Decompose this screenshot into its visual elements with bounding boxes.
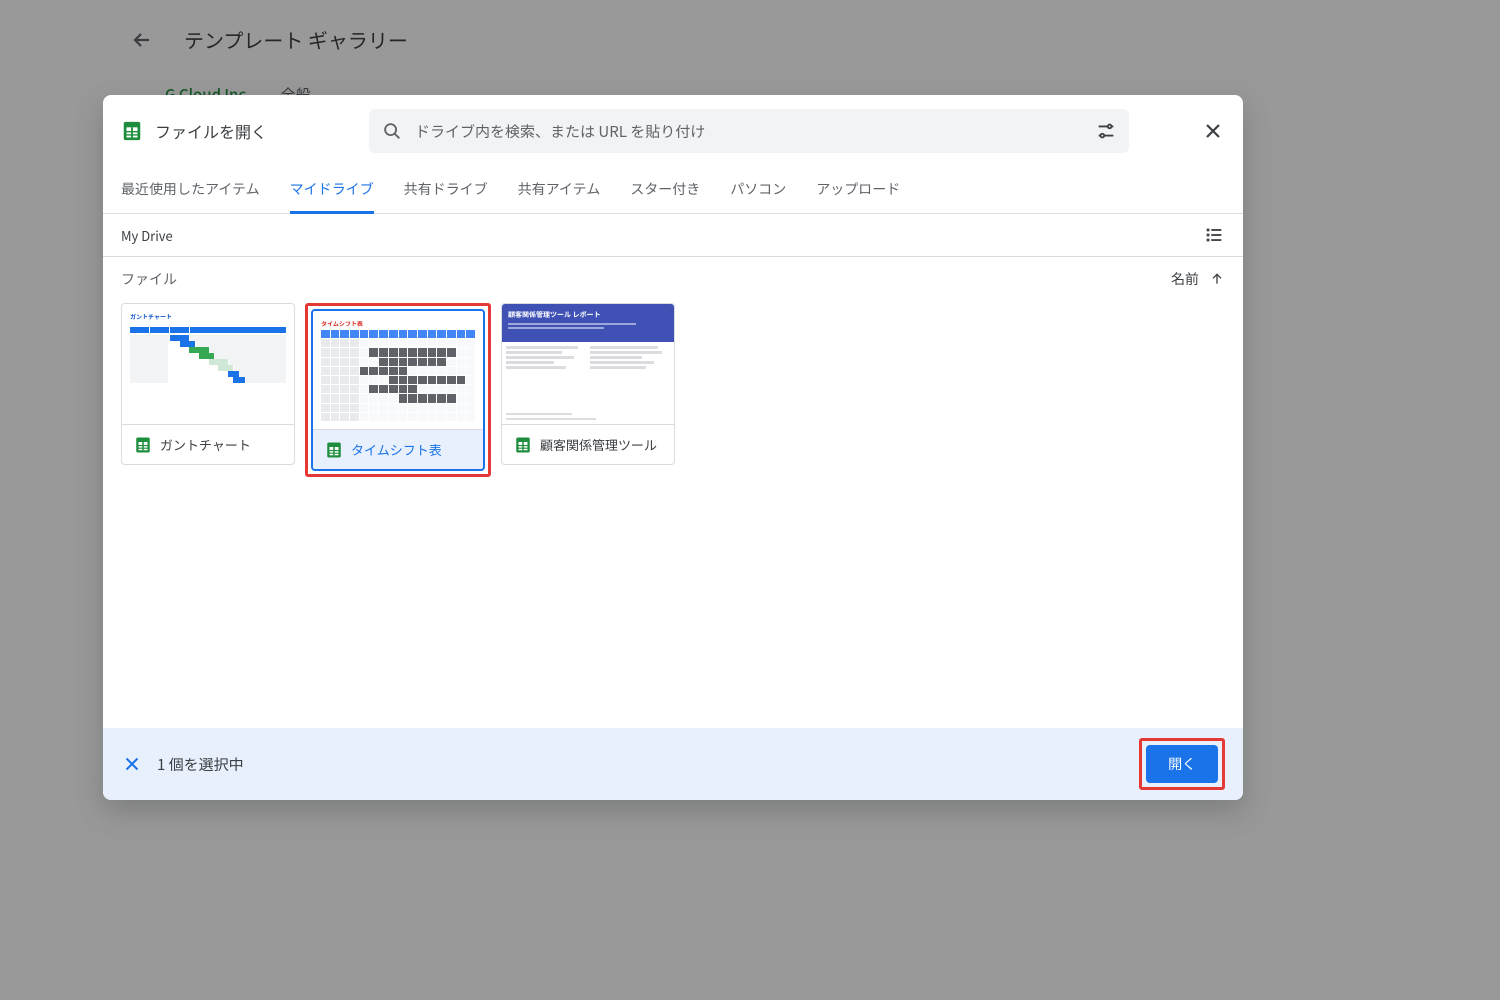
sort-label: 名前 <box>1171 269 1199 289</box>
file-footer: タイムシフト表 <box>313 430 483 469</box>
file-thumb: タイムシフト表 <box>313 311 483 430</box>
open-button[interactable]: 開く <box>1146 745 1218 783</box>
file-card-crm[interactable]: 顧客関係管理ツール レポート <box>501 303 675 465</box>
sheets-mini-icon <box>134 436 152 454</box>
dialog-title: ファイルを開く <box>155 119 267 143</box>
dialog-tabs: 最近使用したアイテム マイドライブ 共有ドライブ 共有アイテム スター付き パソ… <box>103 167 1243 214</box>
clear-selection-icon[interactable] <box>121 753 143 775</box>
bg-header: テンプレート ギャラリー <box>0 0 1500 79</box>
file-thumb: ガントチャート <box>122 304 294 425</box>
tab-starred[interactable]: スター付き <box>630 167 700 213</box>
content-header: ファイル 名前 <box>121 269 1225 289</box>
tab-computer[interactable]: パソコン <box>730 167 786 213</box>
list-view-icon[interactable] <box>1203 224 1225 246</box>
file-card-gantt[interactable]: ガントチャート <box>121 303 295 465</box>
file-footer: ガントチャート <box>122 425 294 464</box>
sheets-icon <box>121 120 143 142</box>
content-area: ファイル 名前 ガントチャート <box>103 257 1243 728</box>
selection-count: 1 個を選択中 <box>157 754 244 775</box>
sort-control[interactable]: 名前 <box>1171 269 1225 289</box>
tab-mydrive[interactable]: マイドライブ <box>290 167 374 214</box>
search-input[interactable] <box>415 121 1083 142</box>
tab-upload[interactable]: アップロード <box>816 167 900 213</box>
thumb-title: タイムシフト表 <box>321 319 475 328</box>
location-bar: My Drive <box>103 214 1243 257</box>
file-name: ガントチャート <box>160 435 251 454</box>
highlight-open-button: 開く <box>1139 738 1225 790</box>
file-footer: 顧客関係管理ツール <box>502 425 674 464</box>
thumb-banner-title: 顧客関係管理ツール レポート <box>508 310 668 320</box>
back-arrow-icon <box>130 28 154 52</box>
sort-arrow-up-icon <box>1209 271 1225 287</box>
bg-title: テンプレート ギャラリー <box>184 25 408 54</box>
selection-bar: 1 個を選択中 開く <box>103 728 1243 800</box>
file-grid: ガントチャート <box>121 303 1225 477</box>
file-picker-dialog: ファイルを開く 最近使用したアイテム マイドライブ 共有ドライブ 共有アイテム … <box>103 95 1243 800</box>
close-button[interactable] <box>1201 119 1225 143</box>
dialog-header: ファイルを開く <box>103 95 1243 167</box>
tune-icon[interactable] <box>1095 120 1117 142</box>
tab-shared-with-me[interactable]: 共有アイテム <box>518 167 601 213</box>
file-name: タイムシフト表 <box>351 440 442 459</box>
file-name: 顧客関係管理ツール <box>540 435 657 454</box>
tab-recent[interactable]: 最近使用したアイテム <box>121 167 260 213</box>
section-label: ファイル <box>121 269 177 289</box>
highlight-file: タイムシフト表 タイムシフト表 <box>305 303 491 477</box>
file-thumb: 顧客関係管理ツール レポート <box>502 304 674 425</box>
search-icon <box>381 120 403 142</box>
location-label: My Drive <box>121 226 173 245</box>
sheets-mini-icon <box>514 436 532 454</box>
sheets-mini-icon <box>325 441 343 459</box>
search-box[interactable] <box>369 109 1129 153</box>
file-card-timeshift[interactable]: タイムシフト表 タイムシフト表 <box>311 309 485 471</box>
tab-shared-drives[interactable]: 共有ドライブ <box>404 167 488 213</box>
thumb-title: ガントチャート <box>130 312 286 321</box>
